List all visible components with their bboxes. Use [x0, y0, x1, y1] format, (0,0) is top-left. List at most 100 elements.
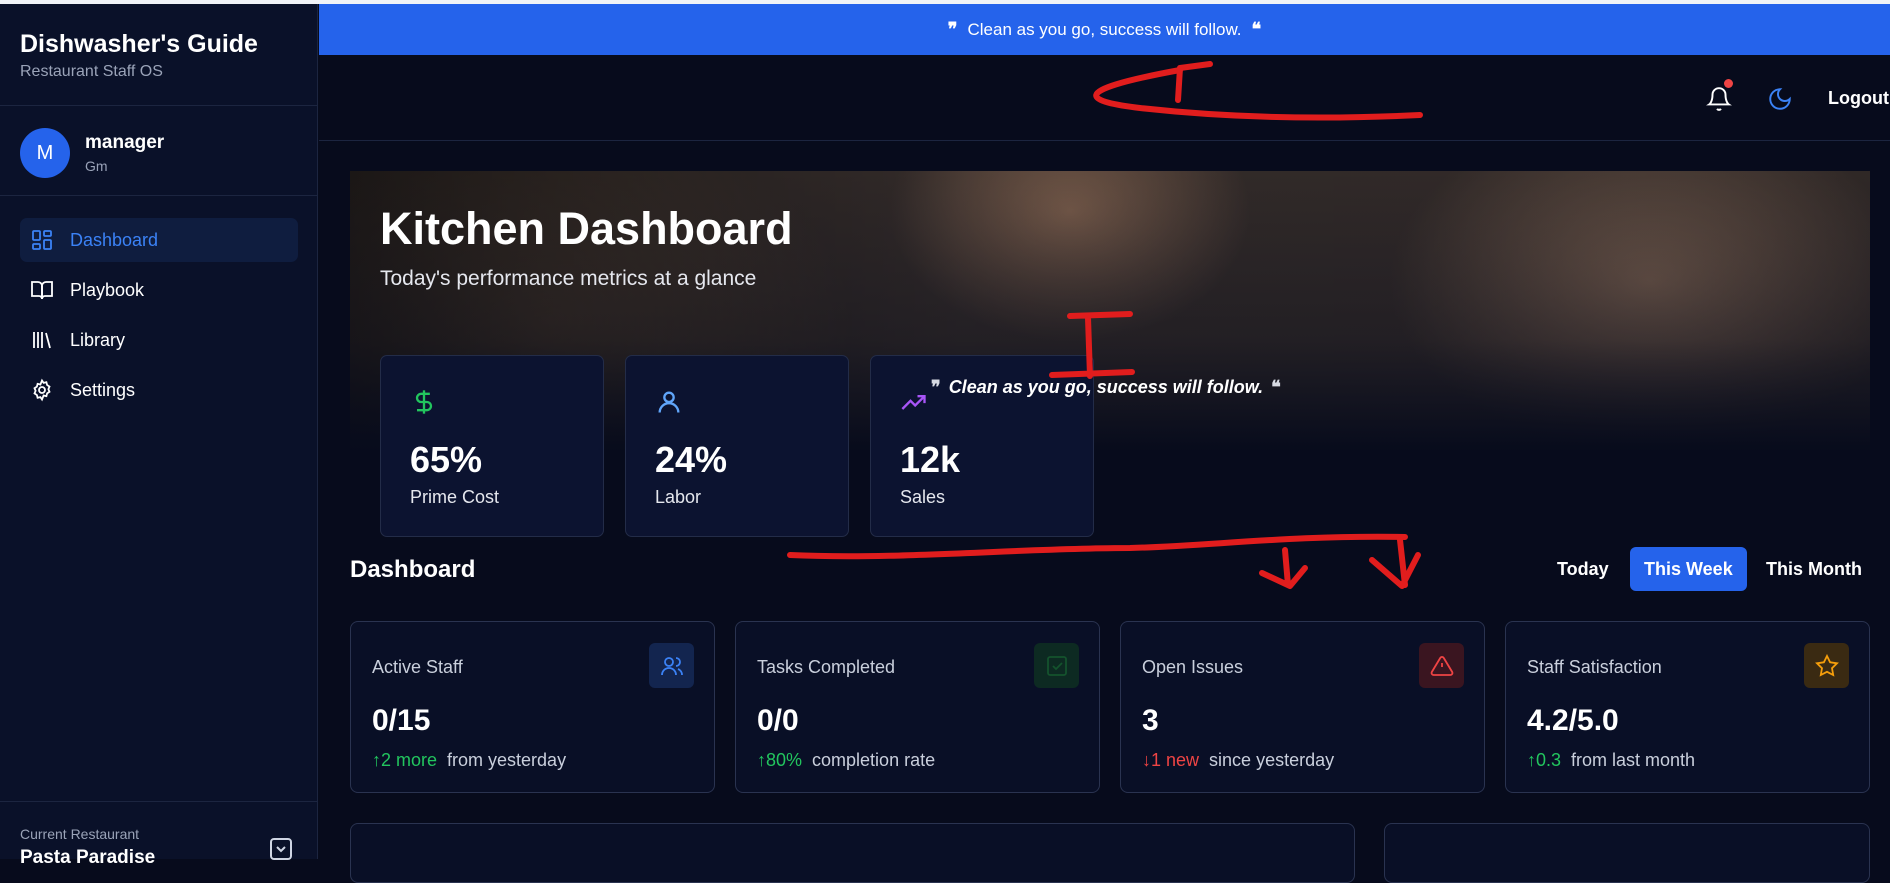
notification-badge [1724, 79, 1733, 88]
stat-title: Open Issues [1142, 657, 1244, 677]
stat-title: Tasks Completed [757, 657, 896, 677]
stat-card-active-staff: Active Staff 0/15 ↑ 2 more from yesterday [350, 621, 715, 793]
metric-label: Labor [655, 487, 702, 507]
stat-caption: completion rate [812, 750, 936, 770]
current-restaurant-label: Current Restaurant [20, 826, 140, 842]
sidebar-item-library[interactable]: Library [20, 318, 298, 362]
dollar-icon [415, 390, 433, 414]
current-restaurant-name: Pasta Paradise [20, 847, 156, 868]
metric-card-prime-cost: 65% Prime Cost [380, 355, 604, 537]
metric-value: 65% [410, 439, 483, 480]
avatar: M [20, 128, 70, 178]
moon-icon[interactable] [1767, 86, 1793, 112]
stat-delta-value: 1 new [1151, 750, 1200, 770]
stat-footer: ↑ 0.3 from last month [1527, 750, 1695, 771]
brand: Dishwasher's Guide Restaurant Staff OS [20, 30, 258, 81]
section-title: Dashboard [350, 556, 476, 583]
stat-delta: ↑ 0.3 [1527, 750, 1561, 771]
sidebar-item-dashboard[interactable]: Dashboard [20, 218, 298, 262]
sidebar-item-settings[interactable]: Settings [20, 368, 298, 412]
sidebar-item-label: Playbook [70, 279, 145, 300]
sidebar-item-label: Settings [70, 379, 136, 400]
logout-button[interactable]: Logout [1828, 88, 1889, 109]
banner-quote-text: Clean as you go, success will follow. [967, 19, 1242, 39]
sidebar-item-label: Library [70, 329, 126, 350]
stat-footer: ↓ 1 new since yesterday [1142, 750, 1334, 771]
arrow-up-icon: ↑ [372, 750, 381, 770]
stat-delta-value: 80% [766, 750, 803, 770]
stat-caption: from last month [1571, 750, 1696, 770]
stat-footer: ↑ 2 more from yesterday [372, 750, 566, 771]
hero-quote: ❞ Clean as you go, success will follow. … [923, 377, 1289, 398]
dashboard-grid-icon [32, 230, 52, 250]
brand-subtitle: Restaurant Staff OS [20, 63, 163, 80]
sidebar-item-playbook[interactable]: Playbook [20, 268, 298, 312]
quote-open-icon: ❞ [947, 19, 958, 40]
page-title: Kitchen Dashboard [380, 203, 793, 254]
arrow-down-icon: ↓ [1142, 750, 1151, 770]
stat-title: Staff Satisfaction [1527, 657, 1662, 677]
stat-title: Active Staff [372, 657, 463, 677]
quote-open-icon: ❞ [931, 377, 941, 398]
library-icon [33, 332, 51, 349]
user-role: Gm [85, 158, 108, 174]
stat-icon-box [1034, 643, 1079, 688]
stat-icon-box [1419, 643, 1464, 688]
check-square-icon [1046, 655, 1067, 676]
metric-card-labor: 24% Labor [625, 355, 849, 537]
sidebar: Dishwasher's Guide Restaurant Staff OS M… [0, 4, 318, 868]
divider [0, 801, 318, 802]
sidebar-item-label: Dashboard [70, 229, 159, 250]
quote-close-icon: ❝ [1271, 377, 1281, 398]
stat-card-open-issues: Open Issues 3 ↓ 1 new since yesterday [1120, 621, 1485, 793]
restaurant-switcher-button[interactable] [270, 838, 292, 860]
page-subtitle: Today's performance metrics at a glance [380, 267, 757, 290]
stat-delta: ↑ 2 more [372, 750, 437, 771]
arrow-up-icon: ↑ [1527, 750, 1536, 770]
metric-value: 24% [655, 439, 728, 480]
annotation-arrow-down-left [1259, 547, 1308, 589]
stat-footer: ↑ 80% completion rate [757, 750, 935, 771]
stat-icon-box [649, 643, 694, 688]
metric-label: Sales [900, 487, 946, 507]
star-icon [1814, 653, 1839, 677]
sidebar-nav: Dashboard Playbook Library Settings [20, 218, 298, 418]
stat-card-tasks-completed: Tasks Completed 0/0 ↑ 80% completion rate [735, 621, 1100, 793]
bell-icon[interactable] [1706, 86, 1732, 112]
quote-close-icon: ❝ [1251, 19, 1262, 40]
annotation-arrow-down-right [1369, 537, 1421, 589]
stat-delta: ↓ 1 new [1142, 750, 1199, 771]
chevron-down-icon [276, 846, 286, 853]
stat-icon-box [1804, 643, 1849, 688]
top-header: Logout [319, 55, 1890, 141]
period-tab-today[interactable]: Today [1543, 547, 1623, 591]
period-tab-this-week[interactable]: This Week [1630, 547, 1747, 591]
alert-triangle-icon [1430, 655, 1453, 676]
stat-value: 3 [1142, 704, 1159, 737]
user-name: manager [85, 132, 165, 153]
stat-delta: ↑ 80% [757, 750, 802, 771]
divider [0, 195, 318, 196]
quote-banner: ❞ Clean as you go, success will follow. … [319, 4, 1890, 55]
metric-label: Prime Cost [410, 487, 500, 507]
divider [0, 105, 318, 106]
user-profile[interactable]: M manager Gm [20, 128, 164, 178]
users-icon [660, 656, 683, 675]
period-tab-this-month[interactable]: This Month [1752, 547, 1876, 591]
stat-delta-value: 2 more [381, 750, 438, 770]
stat-value: 0/15 [372, 704, 431, 737]
arrow-up-icon: ↑ [757, 750, 766, 770]
bottom-panel-left [350, 823, 1355, 883]
stat-value: 0/0 [757, 704, 799, 737]
annotation-underline [787, 533, 1408, 560]
hero-quote-text: Clean as you go, success will follow. [948, 377, 1264, 397]
stat-value: 4.2/5.0 [1527, 704, 1619, 737]
bottom-panel-right [1384, 823, 1870, 883]
gear-icon [33, 378, 51, 402]
stat-card-staff-satisfaction: Staff Satisfaction 4.2/5.0 ↑ 0.3 from las… [1505, 621, 1870, 793]
metric-value: 12k [900, 439, 961, 480]
user-icon [658, 391, 680, 413]
stat-caption: since yesterday [1209, 750, 1335, 770]
book-open-icon [31, 281, 53, 300]
stat-caption: from yesterday [447, 750, 567, 770]
